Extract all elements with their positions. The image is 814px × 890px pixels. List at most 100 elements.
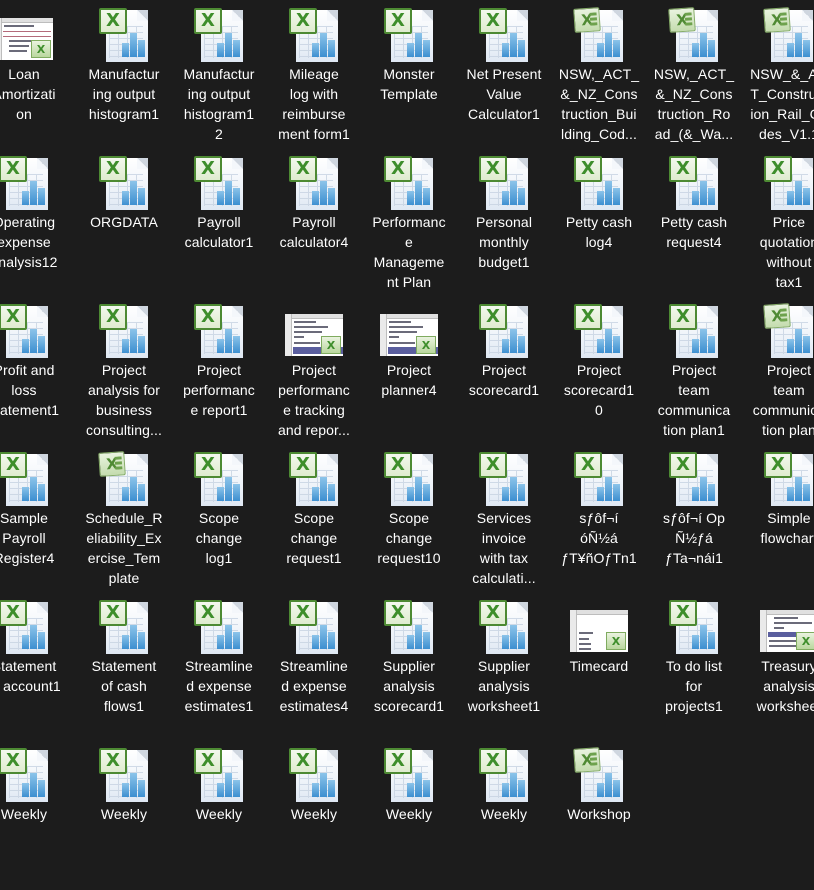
file-item-project-planner4[interactable]: X Project planner4 — [365, 300, 453, 446]
file-item-performanc-e-manageme-nt-plan[interactable]: X Performanc e Manageme nt Plan — [365, 152, 453, 298]
file-item-supplier-analysis-worksheet1[interactable]: X Supplier analysis worksheet1 — [460, 596, 548, 742]
file-item-monster-template[interactable]: X Monster Template — [365, 4, 453, 150]
file-item-s-f-op-ta-n-i1[interactable]: Xsƒôf¬í Op Ñ½ƒá ƒTa¬nái1 — [650, 448, 738, 594]
chart-bar-icon — [217, 191, 224, 205]
file-name-label: Project team communica tion plan1 — [657, 362, 731, 438]
file-item-s-f-t-o-tn1[interactable]: Xsƒôf¬í óÑ½á ƒT¥ñOƒTn1 — [555, 448, 643, 594]
file-item-streamline-d-expense-estimates1[interactable]: X Streamline d expense estimates1 — [175, 596, 263, 742]
file-item-nsw-act-nz-cons-truction-ro-ad-wa[interactable]: X NSW,_ACT_ &_NZ_Cons truction_Ro ad_(&_W… — [650, 4, 738, 150]
chart-bar-icon — [597, 487, 604, 501]
file-item-loan-amortizati-on[interactable]: X Loan Amortizati on — [0, 4, 68, 150]
excel-thumbnail-loan-icon: X — [0, 4, 53, 62]
file-item-treasury-analysis-worksheet[interactable]: X Treasury analysis worksheet — [745, 596, 814, 742]
file-item-profit-and-loss-statement1[interactable]: X Profit and loss statement1 — [0, 300, 68, 446]
file-item-weekly[interactable]: X Weekly — [80, 744, 168, 890]
page-fold-corner — [137, 158, 148, 169]
file-item-project-performanc-e-report1[interactable]: X Project performanc e report1 — [175, 300, 263, 446]
file-item-project-scorecard1-0[interactable]: X Project scorecard1 0 — [555, 300, 643, 446]
file-item-services-invoice-with-tax-calculati[interactable]: X Services invoice with tax calculati... — [460, 448, 548, 594]
excel-file-icon: X — [285, 596, 343, 654]
page-fold-corner — [137, 306, 148, 317]
chart-bar-icon — [407, 783, 414, 797]
file-item-project-team-communica-tion-plan[interactable]: X Project team communica tion plan — [745, 300, 814, 446]
file-item-scope-change-log1[interactable]: X Scope change log1 — [175, 448, 263, 594]
chart-bar-icon — [130, 773, 137, 797]
file-item-weekly[interactable]: X Weekly — [460, 744, 548, 890]
file-item-nsw-act-nz-cons-truction-bui-lding-cod[interactable]: X NSW,_ACT_ &_NZ_Cons truction_Bui lding_… — [555, 4, 643, 150]
chart-bar-icon — [38, 780, 45, 797]
file-item-nsw-ac-t-construct-ion-rail-co-des-v1-1[interactable]: X NSW_&_AC T_Construct ion_Rail_Co des_V1… — [745, 4, 814, 150]
chart-bar-icon — [423, 40, 430, 57]
chart-bar-icon — [328, 484, 335, 501]
excel-file-icon: X — [0, 448, 53, 506]
excel-file-icon: X — [760, 152, 814, 210]
file-name-label: Project scorecard1 — [468, 362, 540, 398]
file-item-statement-of-account1[interactable]: X Statement of account1 — [0, 596, 68, 742]
file-item-project-analysis-for-business-consulting[interactable]: X Project analysis for business consultin… — [80, 300, 168, 446]
excel-x-badge-icon: X — [606, 632, 626, 650]
chart-bar-icon — [803, 188, 810, 205]
chart-bar-icon — [38, 188, 45, 205]
chart-bar-icon — [787, 487, 794, 501]
chart-bar-icon — [795, 33, 802, 57]
file-item-schedule-r-eliability-ex-ercise-tem-plate[interactable]: X Schedule_R eliability_Ex ercise_Tem pla… — [80, 448, 168, 594]
page-fold-corner — [327, 602, 338, 613]
excel-x-badge-icon: X — [574, 304, 602, 330]
file-item-payroll-calculator1[interactable]: X Payroll calculator1 — [175, 152, 263, 298]
file-item-petty-cash-request4[interactable]: X Petty cash request4 — [650, 152, 738, 298]
chart-bar-icon — [700, 181, 707, 205]
file-item-petty-cash-log4[interactable]: X Petty cash log4 — [555, 152, 643, 298]
file-item-manufactur-ing-output-histogram1-2[interactable]: X Manufactur ing output histogram1 2 — [175, 4, 263, 150]
file-item-price-quotation-without-tax1[interactable]: X Price quotation without tax1 — [745, 152, 814, 298]
page-fold-corner — [707, 454, 718, 465]
page-fold-corner — [422, 454, 433, 465]
file-item-payroll-calculator4[interactable]: X Payroll calculator4 — [270, 152, 358, 298]
file-item-to-do-list-for-projects1[interactable]: X To do list for projects1 — [650, 596, 738, 742]
excel-file-icon: X — [95, 4, 153, 62]
excel-x-badge-icon: X — [98, 451, 126, 477]
file-item-project-scorecard1[interactable]: X Project scorecard1 — [460, 300, 548, 446]
file-item-orgdata[interactable]: X ORGDATA — [80, 152, 168, 298]
excel-x-badge-icon: X — [194, 600, 222, 626]
file-item-statement-of-cash-flows1[interactable]: X Statement of cash flows1 — [80, 596, 168, 742]
file-item-streamline-d-expense-estimates4[interactable]: X Streamline d expense estimates4 — [270, 596, 358, 742]
excel-x-badge-icon: X — [0, 452, 27, 478]
chart-bar-icon — [708, 336, 715, 353]
file-item-project-team-communica-tion-plan1[interactable]: X Project team communica tion plan1 — [650, 300, 738, 446]
excel-x-badge-icon: X — [289, 8, 317, 34]
chart-bar-icon — [320, 477, 327, 501]
file-item-weekly[interactable]: X Weekly — [365, 744, 453, 890]
page-fold-corner — [612, 10, 623, 21]
file-item-mileage-log-with-reimburse-ment-form1[interactable]: X Mileage log with reimburse ment form1 — [270, 4, 358, 150]
chart-bar-icon — [502, 43, 509, 57]
file-item-workshop[interactable]: X Workshop — [555, 744, 643, 890]
chart-bar-icon — [38, 484, 45, 501]
file-name-label: Supplier analysis worksheet1 — [467, 658, 541, 714]
file-item-simple-flowchart[interactable]: X Simple flowchart — [745, 448, 814, 594]
file-item-net-present-value-calculator1[interactable]: X Net Present Value Calculator1 — [460, 4, 548, 150]
file-item-project-performanc-e-tracking-and-repor[interactable]: X Project performanc e tracking and repor… — [270, 300, 358, 446]
chart-bar-icon — [233, 484, 240, 501]
chart-bar-icon — [22, 339, 29, 353]
chart-bar-icon — [700, 625, 707, 649]
file-item-scope-change-request10[interactable]: X Scope change request10 — [365, 448, 453, 594]
file-item-personal-monthly-budget1[interactable]: X Personal monthly budget1 — [460, 152, 548, 298]
excel-x-badge-icon: X — [479, 452, 507, 478]
file-item-manufactur-ing-output-histogram1[interactable]: X Manufactur ing output histogram1 — [80, 4, 168, 150]
file-item-scope-change-request1[interactable]: X Scope change request1 — [270, 448, 358, 594]
file-name-label: Payroll calculator1 — [184, 214, 254, 250]
spreadsheet-preview-thumbnail: X — [285, 314, 343, 356]
file-name-label: Statement of cash flows1 — [91, 658, 157, 714]
file-item-weekly[interactable]: X Weekly — [270, 744, 358, 890]
chart-bar-icon — [803, 336, 810, 353]
excel-file-icon: X — [95, 744, 153, 802]
file-item-supplier-analysis-scorecard1[interactable]: X Supplier analysis scorecard1 — [365, 596, 453, 742]
page-fold-corner — [137, 602, 148, 613]
file-item-sample-payroll-register4[interactable]: X Sample Payroll Register4 — [0, 448, 68, 594]
spreadsheet-preview-thumbnail: X — [760, 610, 814, 652]
file-item-operating-expense-analysis12[interactable]: X Operating expense analysis12 — [0, 152, 68, 298]
file-item-weekly[interactable]: X Weekly — [175, 744, 263, 890]
file-name-label: Weekly — [290, 806, 338, 822]
file-item-timecard[interactable]: X Timecard — [555, 596, 643, 742]
file-item-weekly[interactable]: X Weekly — [0, 744, 68, 890]
